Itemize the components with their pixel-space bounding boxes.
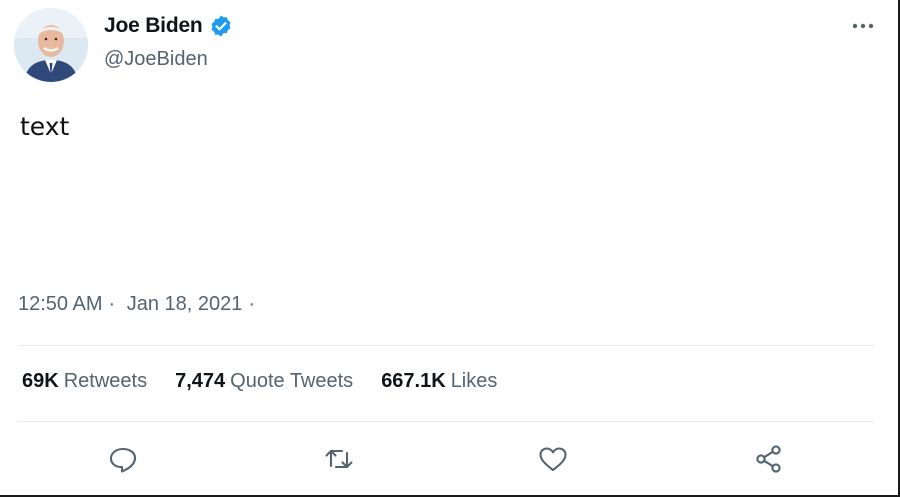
tweet-card: Joe Biden @JoeBiden text 12:50 AM · Jan 1… [0,0,900,497]
engagement-stats: 69K Retweets 7,474 Quote Tweets 667.1K Like… [22,370,497,393]
retweets-count: 69K [22,370,59,392]
quote-tweets-count: 7,474 [175,370,226,392]
tweet-text: text [20,112,70,141]
share-icon [756,445,781,473]
action-bar [0,438,900,482]
likes-stat[interactable]: 667.1K Likes [381,370,497,393]
separator-dot: · [108,293,116,315]
heart-icon [539,447,567,472]
reply-button[interactable] [106,442,140,476]
tweet-header: Joe Biden @JoeBiden [14,8,884,84]
retweets-stat[interactable]: 69K Retweets [22,370,147,393]
share-button[interactable] [752,442,786,476]
user-handle[interactable]: @JoeBiden [104,48,208,71]
avatar-photo-icon [14,8,88,82]
tweet-time: 12:50 AM [18,293,103,315]
tweet-timestamp[interactable]: 12:50 AM · Jan 18, 2021 · [18,293,261,316]
tweet-date: Jan 18, 2021 [126,293,243,315]
reply-icon [109,447,137,473]
retweet-button[interactable] [322,442,356,476]
avatar[interactable] [14,8,88,82]
retweets-label: Retweets [63,370,148,392]
quote-tweets-stat[interactable]: 7,474 Quote Tweets [175,370,353,393]
likes-label: Likes [450,370,498,392]
divider [18,345,874,346]
divider [18,421,874,422]
verified-badge-icon [209,14,233,38]
quote-tweets-label: Quote Tweets [230,370,354,392]
likes-count: 667.1K [381,370,446,392]
separator-dot: · [248,293,256,315]
retweet-icon [325,449,353,469]
more-options-icon[interactable] [850,16,876,36]
name-row: Joe Biden [104,14,233,38]
like-button[interactable] [536,442,570,476]
display-name[interactable]: Joe Biden [104,14,203,38]
